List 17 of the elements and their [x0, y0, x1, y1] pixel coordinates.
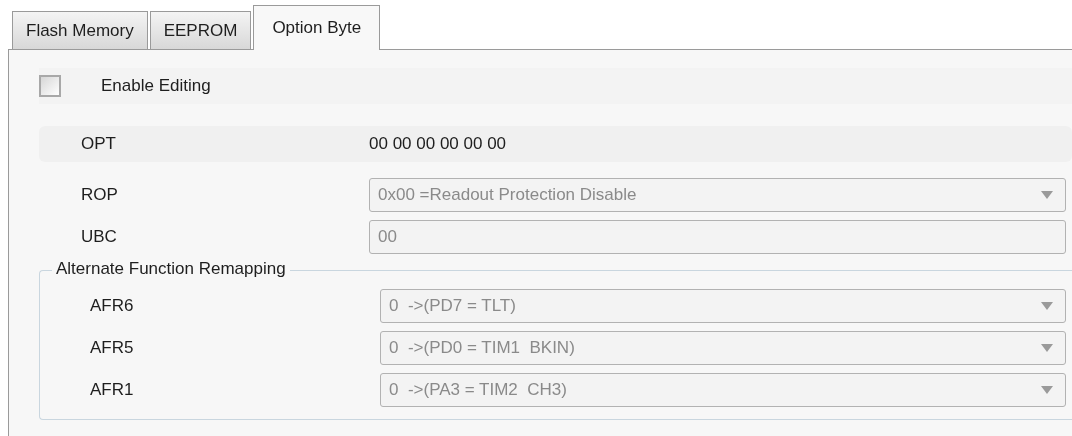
field-label: ROP — [81, 185, 118, 204]
tab[interactable]: EEPROM — [149, 11, 252, 49]
caret-icon — [1041, 344, 1053, 352]
field-label: OPT — [81, 134, 116, 153]
caret-icon — [1041, 302, 1053, 310]
field-label: UBC — [81, 227, 117, 246]
field-label: AFR5 — [90, 338, 134, 357]
checkbox-label: Enable Editing — [101, 76, 211, 96]
field-label: AFR6 — [90, 296, 134, 315]
tab[interactable]: Option Byte — [253, 5, 381, 50]
opt-value: 00 00 00 00 00 00 — [369, 134, 507, 154]
tab[interactable]: Flash Memory — [12, 11, 148, 49]
caret-icon — [1041, 191, 1053, 199]
checkbox[interactable] — [39, 75, 61, 97]
group-title: Alternate Function Remapping — [52, 259, 290, 279]
field-label: AFR1 — [90, 380, 134, 399]
caret-icon — [1041, 386, 1053, 394]
